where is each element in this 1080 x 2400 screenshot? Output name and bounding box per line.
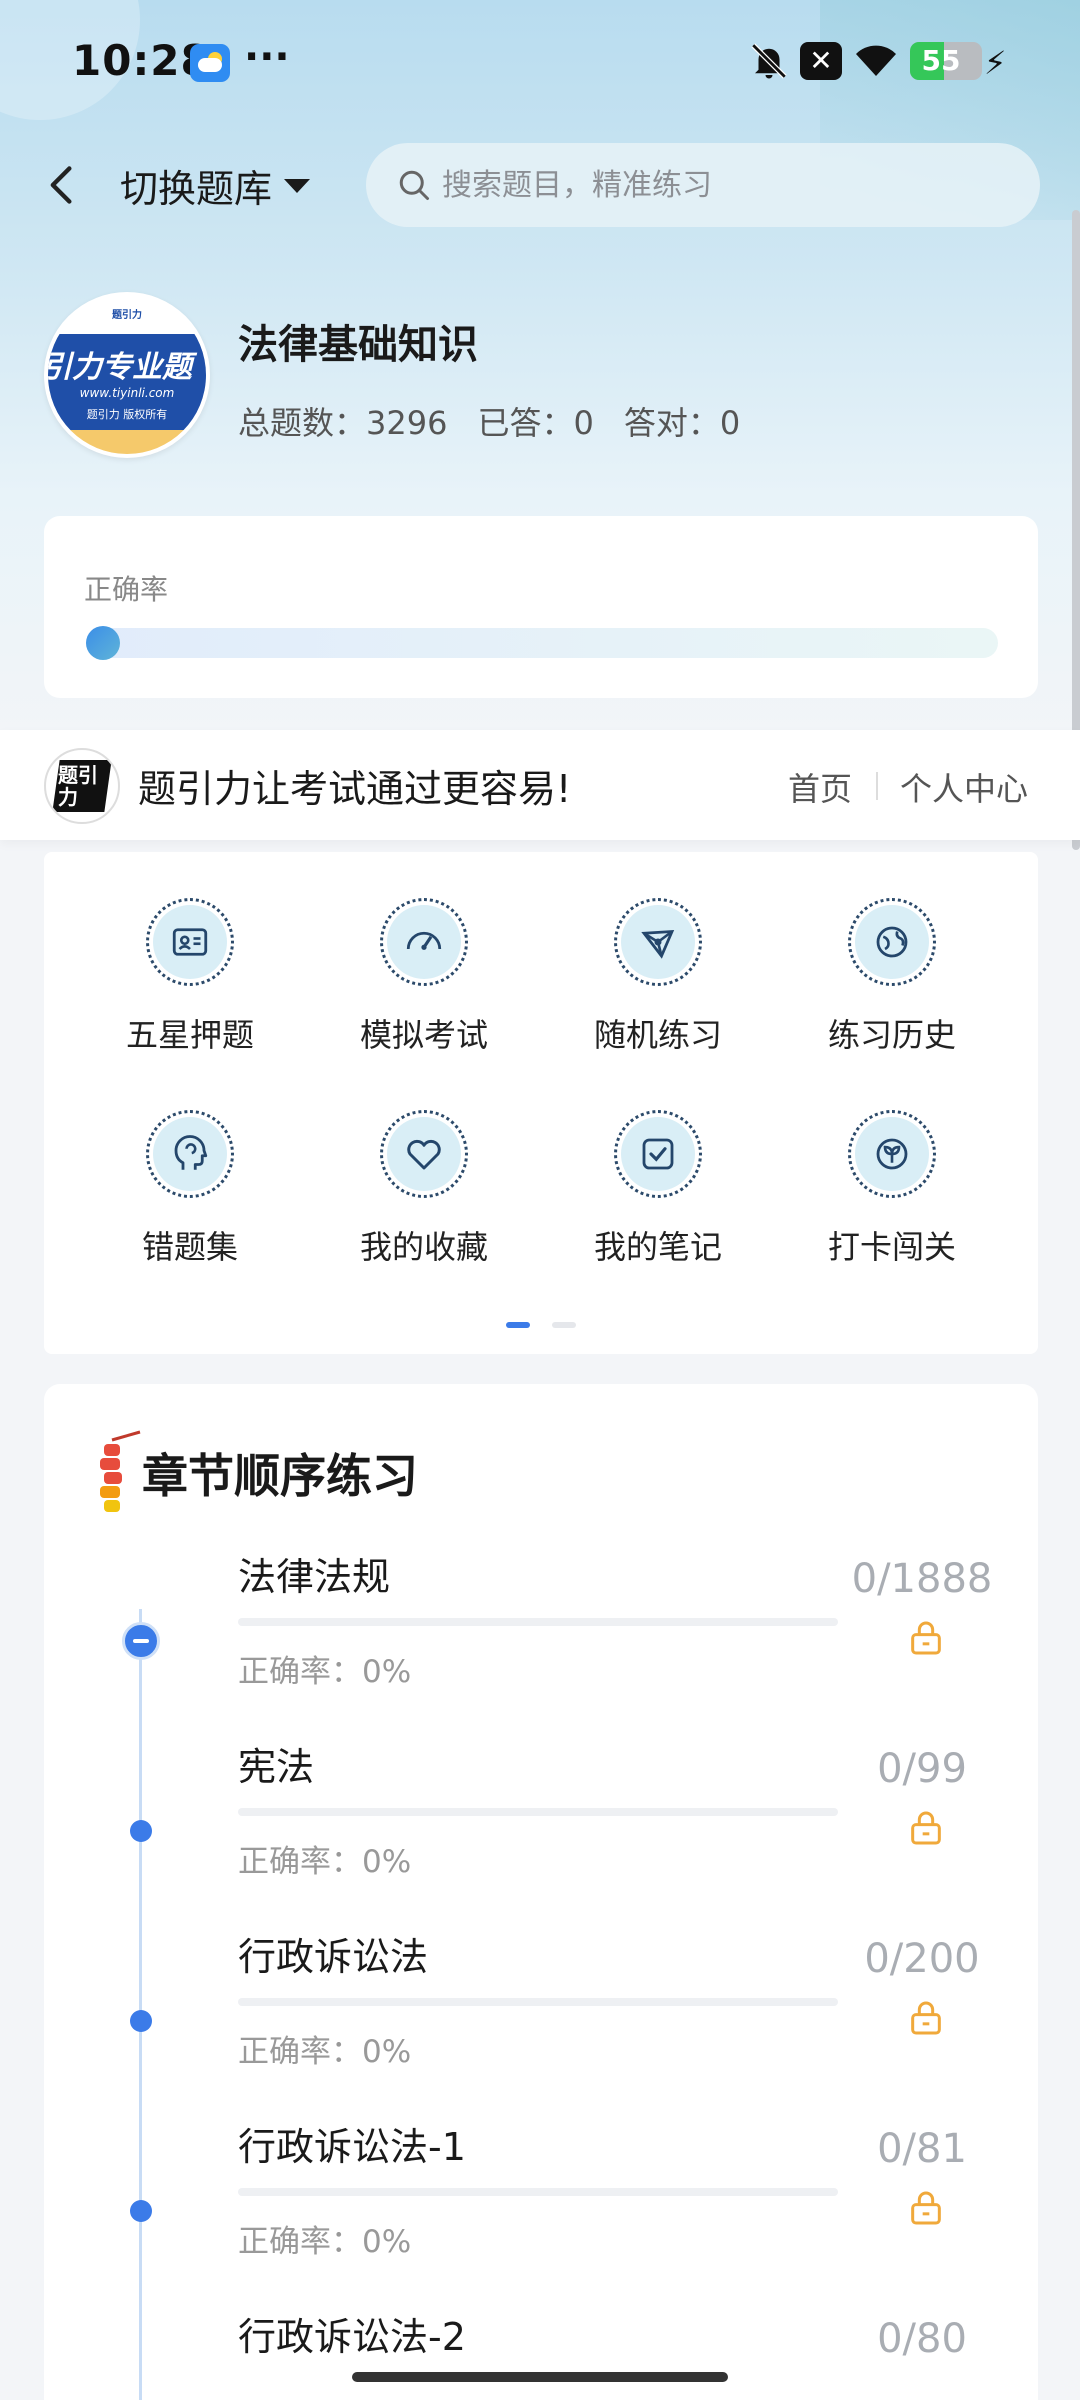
id-card-icon: [172, 928, 208, 956]
function-check-in[interactable]: 打卡闯关: [792, 1110, 992, 1268]
status-bar: 10:28 ··· ✕ 55 ⚡: [0, 0, 1080, 120]
stat-correct: 答对：0: [623, 404, 741, 442]
home-link[interactable]: 首页: [788, 764, 852, 810]
function-notes[interactable]: 我的笔记: [558, 1110, 758, 1268]
lock-icon: [911, 2191, 941, 2225]
personal-center-link[interactable]: 个人中心: [900, 764, 1028, 810]
chapter-progress-bar: [238, 1618, 838, 1626]
function-favorites[interactable]: 我的收藏: [324, 1110, 524, 1268]
chapter-accuracy: 正确率：0%: [238, 2224, 412, 2260]
gauge-icon: [406, 931, 442, 950]
search-icon: [399, 170, 429, 200]
heart-icon: [407, 1139, 441, 1170]
logo-title: 引力专业题: [44, 350, 192, 385]
accuracy-label: 正确率: [84, 573, 169, 606]
chapter-count: 0/200: [864, 1936, 980, 1982]
lock-icon: [911, 1811, 941, 1845]
leaf-icon: [876, 1138, 908, 1170]
course-logo: 题引力 引力专业题 www.tiyinli.com 题引力 版权所有: [44, 292, 210, 458]
lock-icon: [911, 1621, 941, 1655]
firecracker-icon: [100, 1430, 141, 1512]
accuracy-card: 正确率: [44, 516, 1038, 698]
timeline-node: [130, 2010, 152, 2032]
stat-total: 总题数：3296: [238, 404, 448, 442]
function-label: 五星押题: [125, 1016, 254, 1054]
caret-down-icon: [284, 178, 311, 193]
weather-icon: [190, 44, 230, 82]
function-random-practice[interactable]: 随机练习: [558, 898, 758, 1056]
function-label: 模拟考试: [359, 1016, 488, 1054]
chapter-item[interactable]: 行政诉讼法-2 0/80: [44, 2306, 1038, 2400]
chapter-progress-bar: [238, 2188, 838, 2196]
function-label: 我的笔记: [593, 1228, 722, 1266]
function-label: 错题集: [141, 1228, 238, 1266]
logo-top-text: 题引力: [112, 310, 142, 321]
stat-answered: 已答：0: [477, 404, 594, 442]
chapter-progress-bar: [238, 1808, 838, 1816]
function-label: 打卡闯关: [827, 1228, 956, 1266]
promo-banner: 题引力 题引力让考试通过更容易! 首页 个人中心: [0, 730, 1080, 840]
logo-url: www.tiyinli.com: [79, 386, 175, 400]
chapter-count: 0/81: [877, 2126, 967, 2172]
timeline-node: [130, 1820, 152, 1842]
network-icon: [641, 929, 675, 959]
function-label: 练习历史: [827, 1016, 956, 1054]
switch-question-bank-button[interactable]: 切换题库: [120, 158, 311, 213]
note-check-icon: [642, 1138, 674, 1170]
chapter-name: 法律法规: [238, 1555, 391, 1599]
collapse-icon[interactable]: [122, 1622, 160, 1660]
chapter-item[interactable]: 宪法 正确率：0% 0/99: [44, 1736, 1038, 1926]
course-stats: 总题数：3296 已答：0 答对：0: [238, 398, 740, 444]
chapter-progress-bar: [238, 1998, 838, 2006]
brand-logo-text: 题引力: [58, 763, 98, 809]
globe-icon: [876, 926, 908, 958]
function-wrong-questions[interactable]: 错题集: [90, 1110, 290, 1268]
chapter-accuracy: 正确率：0%: [238, 1654, 412, 1690]
chapter-item[interactable]: 行政诉讼法-1 正确率：0% 0/81: [44, 2116, 1038, 2306]
chapter-name: 行政诉讼法-1: [238, 2125, 466, 2169]
battery-level: 55: [921, 44, 961, 77]
lock-icon: [911, 2001, 941, 2035]
chapter-count: 0/99: [877, 1746, 967, 1792]
chapter-section-title: 章节顺序练习: [142, 1449, 418, 1503]
timeline-node: [130, 2200, 152, 2222]
chapter-accuracy: 正确率：0%: [238, 1844, 412, 1880]
wifi-icon: [856, 45, 896, 76]
chapter-accuracy: 正确率：0%: [238, 2034, 412, 2070]
chapter-name: 宪法: [238, 1745, 315, 1789]
chapter-count: 0/1888: [851, 1556, 993, 1602]
search-input[interactable]: [442, 167, 1002, 203]
course-title: 法律基础知识: [238, 322, 478, 368]
accuracy-progress-indicator: [86, 626, 120, 660]
chapter-count: 0/80: [877, 2316, 967, 2362]
chapter-practice-card: 章节顺序练习 法律法规 正确率：0% 0/1888 宪法 正确率：0% 0/99…: [44, 1384, 1038, 2400]
more-notifications-icon: ···: [244, 34, 290, 80]
battery-icon: 55: [910, 42, 982, 80]
back-arrow-icon[interactable]: [40, 160, 84, 210]
head-icon: [174, 1135, 208, 1170]
chapter-item[interactable]: 法律法规 正确率：0% 0/1888: [44, 1546, 1038, 1736]
function-grid: 五星押题 模拟考试 随机练习 练习历史 错题集 我的收藏 我的笔记 打卡闯关: [44, 852, 1038, 1354]
chapter-name: 行政诉讼法-2: [238, 2315, 466, 2359]
switch-question-bank-label: 切换题库: [120, 167, 273, 211]
charging-icon: ⚡: [984, 44, 1007, 82]
search-bar[interactable]: [366, 143, 1040, 227]
home-indicator[interactable]: [352, 2372, 728, 2382]
logo-rights: 题引力 版权所有: [86, 408, 168, 421]
page-dot: [552, 1322, 576, 1328]
function-label: 随机练习: [593, 1016, 722, 1054]
page-dot-active: [506, 1322, 530, 1328]
function-five-star[interactable]: 五星押题: [90, 898, 290, 1056]
app-notification-icon: ✕: [800, 42, 842, 80]
accuracy-progress-bar: [86, 626, 998, 660]
bell-mute-icon: [751, 43, 787, 79]
banner-slogan: 题引力让考试通过更容易!: [138, 767, 572, 811]
function-history[interactable]: 练习历史: [792, 898, 992, 1056]
chapter-item[interactable]: 行政诉讼法 正确率：0% 0/200: [44, 1926, 1038, 2116]
brand-logo: 题引力: [44, 748, 120, 824]
divider: [876, 772, 878, 800]
function-label: 我的收藏: [359, 1228, 488, 1266]
function-mock-exam[interactable]: 模拟考试: [324, 898, 524, 1056]
chapter-name: 行政诉讼法: [238, 1935, 429, 1979]
